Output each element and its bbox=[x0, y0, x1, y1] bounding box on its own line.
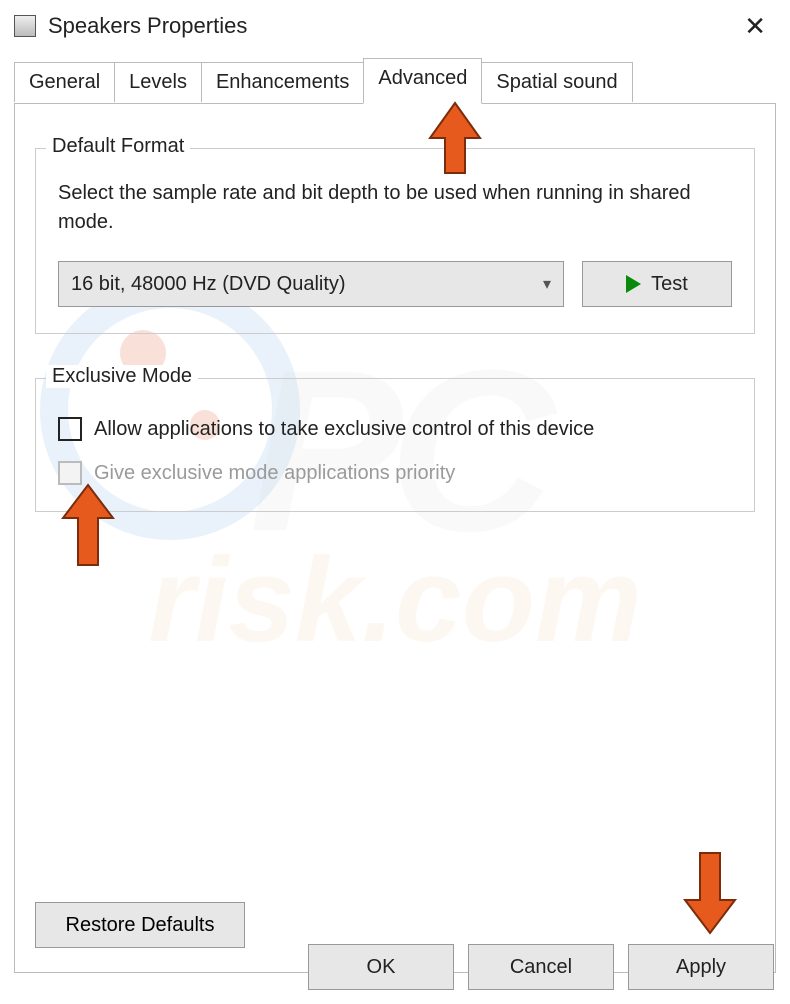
ok-label: OK bbox=[367, 956, 396, 979]
speaker-icon bbox=[14, 15, 36, 37]
sample-rate-value: 16 bit, 48000 Hz (DVD Quality) bbox=[71, 273, 346, 296]
cancel-label: Cancel bbox=[510, 956, 572, 979]
titlebar: Speakers Properties ✕ bbox=[0, 0, 790, 58]
priority-row: Give exclusive mode applications priorit… bbox=[58, 461, 732, 485]
group-default-format: Default Format Select the sample rate an… bbox=[35, 148, 755, 334]
group-exclusive-mode: Exclusive Mode Allow applications to tak… bbox=[35, 378, 755, 512]
play-icon bbox=[626, 275, 641, 293]
test-button-label: Test bbox=[651, 273, 688, 296]
test-button[interactable]: Test bbox=[582, 261, 732, 307]
dialog-footer: OK Cancel Apply bbox=[0, 930, 790, 1004]
default-format-description: Select the sample rate and bit depth to … bbox=[58, 179, 732, 237]
tab-advanced[interactable]: Advanced bbox=[363, 58, 482, 104]
priority-label: Give exclusive mode applications priorit… bbox=[94, 462, 455, 485]
tabs: General Levels Enhancements Advanced Spa… bbox=[0, 58, 790, 104]
priority-checkbox bbox=[58, 461, 82, 485]
allow-exclusive-checkbox[interactable] bbox=[58, 417, 82, 441]
tab-general[interactable]: General bbox=[14, 62, 115, 102]
close-button[interactable]: ✕ bbox=[734, 11, 776, 42]
chevron-down-icon: ▾ bbox=[543, 274, 551, 294]
group-title-default-format: Default Format bbox=[46, 135, 190, 158]
window-title: Speakers Properties bbox=[48, 13, 734, 39]
tab-panel-advanced: Default Format Select the sample rate an… bbox=[14, 103, 776, 973]
tab-enhancements[interactable]: Enhancements bbox=[201, 62, 364, 102]
allow-exclusive-label: Allow applications to take exclusive con… bbox=[94, 418, 594, 441]
sample-rate-dropdown[interactable]: 16 bit, 48000 Hz (DVD Quality) ▾ bbox=[58, 261, 564, 307]
tab-spatial[interactable]: Spatial sound bbox=[481, 62, 632, 102]
apply-button[interactable]: Apply bbox=[628, 944, 774, 990]
group-title-exclusive-mode: Exclusive Mode bbox=[46, 365, 198, 388]
tab-levels[interactable]: Levels bbox=[114, 62, 202, 102]
apply-label: Apply bbox=[676, 956, 726, 979]
allow-exclusive-row[interactable]: Allow applications to take exclusive con… bbox=[58, 417, 732, 441]
ok-button[interactable]: OK bbox=[308, 944, 454, 990]
cancel-button[interactable]: Cancel bbox=[468, 944, 614, 990]
